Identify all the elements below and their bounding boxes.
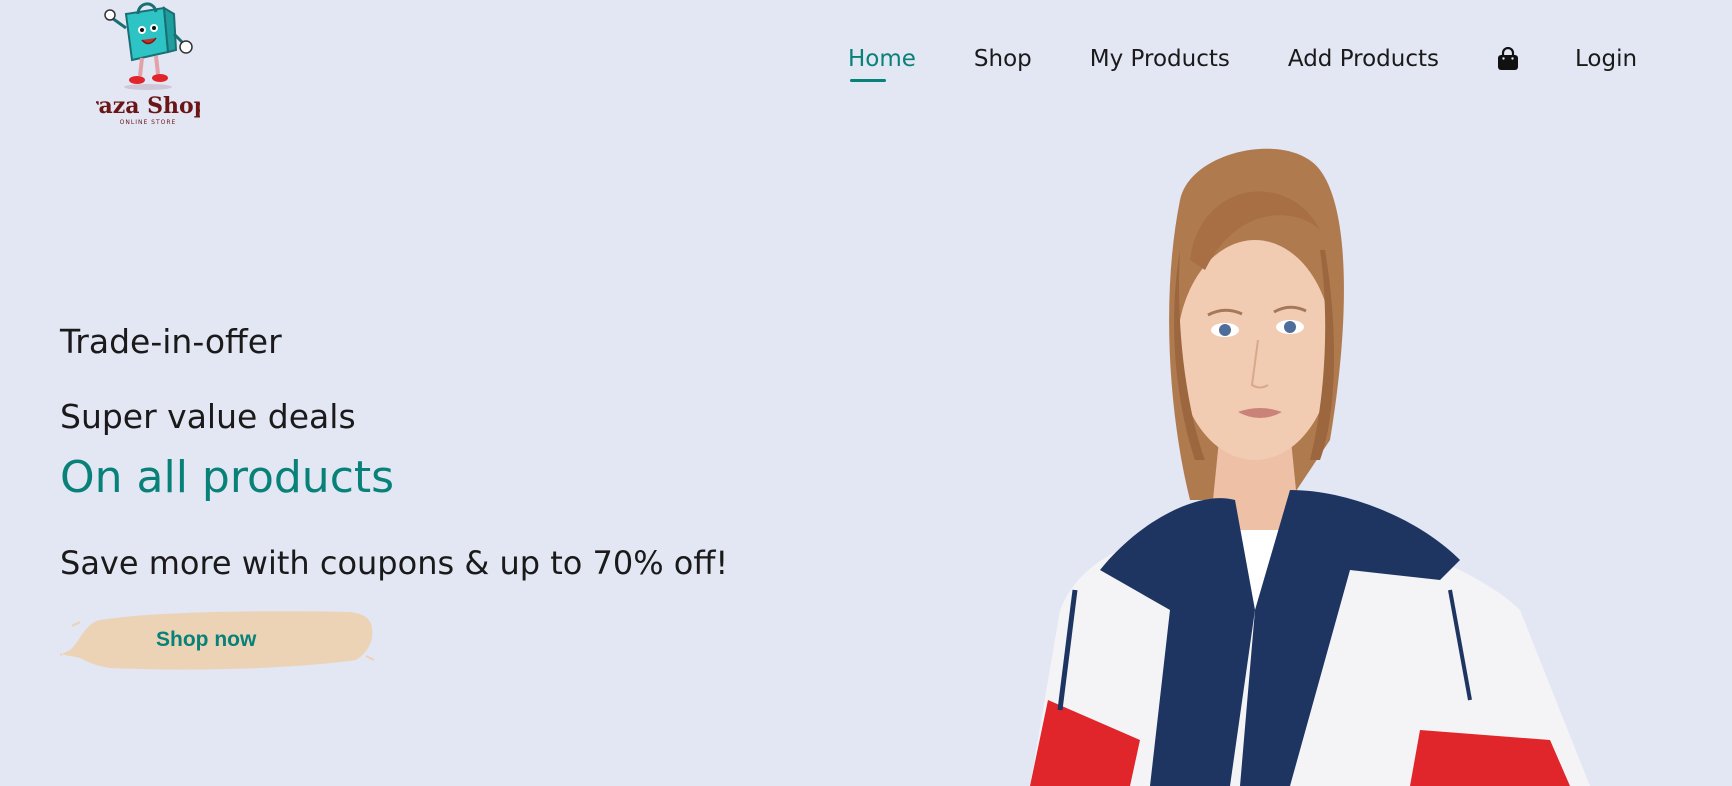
main-nav: Home Shop My Products Add Products Login bbox=[848, 46, 1637, 82]
brand-tagline: ONLINE STORE bbox=[120, 119, 177, 126]
model-illustration bbox=[1030, 148, 1590, 786]
shopping-bag-icon bbox=[1498, 47, 1519, 70]
nav-item-add-products[interactable]: Add Products bbox=[1288, 46, 1439, 72]
nav-item-cart[interactable] bbox=[1497, 47, 1519, 71]
hero-subtext: Save more with coupons & up to 70% off! bbox=[60, 544, 729, 582]
shop-now-button[interactable]: Shop now bbox=[60, 602, 376, 676]
shopping-bag-mascot-icon: raza Shop ONLINE STORE bbox=[96, 2, 200, 126]
hero-highlight: On all products bbox=[60, 452, 395, 503]
nav-item-my-products[interactable]: My Products bbox=[1090, 46, 1230, 72]
brand-logo[interactable]: raza Shop ONLINE STORE bbox=[96, 0, 200, 128]
brand-name: raza Shop bbox=[96, 93, 200, 119]
nav-item-shop[interactable]: Shop bbox=[974, 46, 1032, 72]
page: raza Shop ONLINE STORE Home Shop My Prod… bbox=[0, 0, 1732, 786]
hero-headline: Super value deals bbox=[60, 397, 356, 436]
hero-model-image bbox=[990, 140, 1690, 786]
shop-now-label: Shop now bbox=[156, 628, 257, 651]
nav-item-home[interactable]: Home bbox=[848, 46, 916, 82]
nav-item-login[interactable]: Login bbox=[1575, 46, 1637, 72]
hero-eyebrow: Trade-in-offer bbox=[60, 322, 282, 361]
